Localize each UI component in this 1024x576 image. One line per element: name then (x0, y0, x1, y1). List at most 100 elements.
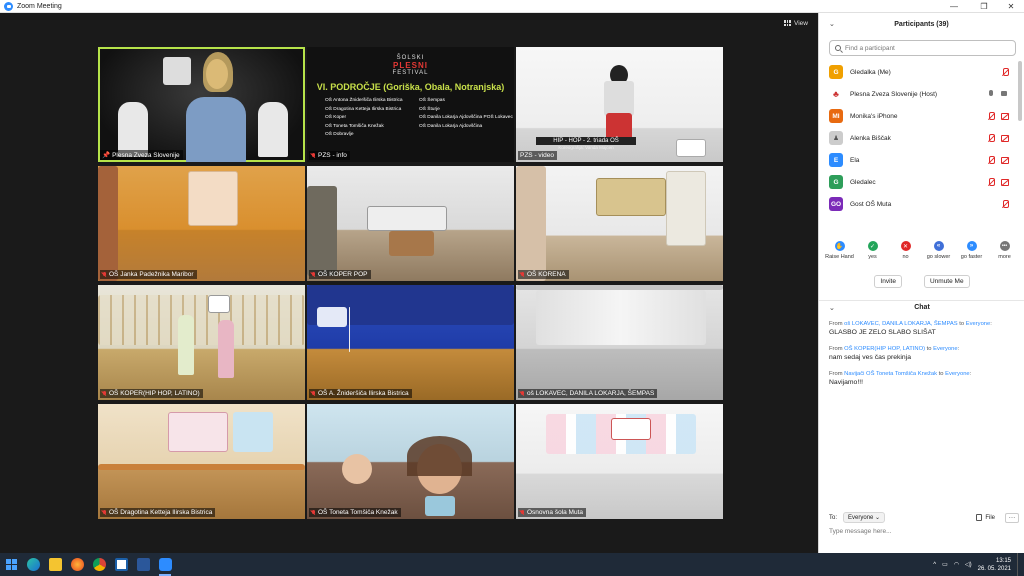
participant-row[interactable]: ♟ Alenka Biščak (819, 127, 1017, 149)
participant-row[interactable]: E Ela (819, 149, 1017, 171)
video-tile[interactable]: OŠ Toneta Tomšiča Knežak (307, 404, 514, 519)
muted-mic-icon (520, 271, 525, 278)
gallery-grid-icon (784, 20, 791, 26)
video-off-icon (1001, 134, 1009, 142)
system-tray: ^ ▭ ◠ ◁) 13:15 26. 05. 2021 (933, 553, 1020, 576)
video-off-icon (1001, 112, 1009, 120)
collapse-chevron-icon[interactable]: ⌄ (829, 304, 835, 312)
taskbar-chrome[interactable] (88, 553, 110, 576)
video-off-icon (1001, 178, 1009, 186)
taskbar-app[interactable] (110, 553, 132, 576)
slide-left-column: OŠ Antona Žnideršiča Ilirska Bistrica OŠ… (325, 98, 403, 137)
taskbar-word[interactable] (132, 553, 154, 576)
video-tile[interactable]: OŠ KOPER POP (307, 166, 514, 281)
view-button[interactable]: View (780, 17, 812, 29)
video-tile[interactable]: Osnovna šola Muta (516, 404, 723, 519)
unmute-me-button[interactable]: Unmute Me (923, 275, 970, 288)
video-tile[interactable]: oš LOKAVEC, DANILA LOKARJA, ŠEMPAS (516, 285, 723, 400)
chat-more-button[interactable]: … (1005, 512, 1019, 523)
firefox-icon (70, 558, 84, 571)
fast-forward-icon: » (966, 241, 977, 251)
taskbar-file-explorer[interactable] (44, 553, 66, 576)
chrome-icon (92, 558, 106, 571)
muted-mic-icon (987, 156, 995, 164)
avatar: GO (829, 197, 843, 211)
video-tile[interactable]: 📌 Plesna Zveza Slovenije (98, 47, 305, 162)
chat-message: From Navijači OŠ Toneta Tomšiča Knežak t… (829, 371, 972, 386)
search-icon (835, 45, 841, 51)
show-desktop-button[interactable] (1017, 553, 1020, 576)
avatar: ♟ (829, 131, 843, 145)
zoom-logo-icon (4, 1, 13, 11)
video-tile-label: 📌 Plesna Zveza Slovenije (100, 150, 183, 160)
video-tile[interactable]: OŠ KORENA (516, 166, 723, 281)
video-banner: HIP - HOP - 2. triada OŠ (536, 137, 636, 145)
maximize-button[interactable]: ❐ (970, 0, 998, 13)
slide-right-column: OŠ Šempas OŠ Šturje OŠ Danila Lokarja Aj… (419, 98, 513, 129)
clock[interactable]: 13:15 26. 05. 2021 (978, 557, 1011, 573)
taskbar-edge[interactable] (22, 553, 44, 576)
go-slower-button[interactable]: «go slower (923, 241, 955, 260)
start-button[interactable] (0, 553, 22, 576)
no-button[interactable]: ✕ no (890, 241, 922, 260)
muted-mic-icon (311, 271, 316, 278)
video-tile[interactable]: HIP - HOP - 2. triada OŠ Koreografija: V… (516, 47, 723, 162)
video-off-icon (1001, 156, 1009, 164)
muted-mic-icon (987, 112, 995, 120)
taskbar: ^ ▭ ◠ ◁) 13:15 26. 05. 2021 (0, 553, 1024, 576)
volume-icon[interactable]: ◁) (965, 561, 972, 568)
muted-mic-icon (987, 134, 995, 142)
participant-row[interactable]: MI Monika's iPhone (819, 105, 1017, 127)
raise-hand-button[interactable]: ✋ Raise Hand (824, 241, 856, 260)
participant-search[interactable] (829, 40, 1016, 56)
reaction-bar: ✋ Raise Hand ✓ yes ✕ no «go slower » go fast… (819, 241, 1024, 260)
taskbar-firefox[interactable] (66, 553, 88, 576)
word-icon (136, 558, 150, 571)
participant-list-scrollbar[interactable] (1018, 61, 1022, 121)
video-tile-label: OŠ Toneta Tomšiča Knežak (309, 508, 401, 517)
collapse-chevron-icon[interactable]: ⌄ (829, 20, 835, 28)
yes-button[interactable]: ✓ yes (857, 241, 889, 260)
network-icon[interactable]: ▭ (942, 561, 948, 568)
muted-mic-icon (520, 509, 525, 516)
ellipsis-icon: ••• (999, 241, 1010, 251)
recipient-select[interactable]: Everyone ⌄ (843, 512, 886, 523)
avatar: G (829, 65, 843, 79)
tray-chevron-icon[interactable]: ^ (933, 562, 936, 568)
file-icon (976, 514, 983, 521)
taskbar-zoom[interactable] (154, 553, 176, 576)
video-tile-label: OŠ KORENA (518, 270, 569, 279)
muted-mic-icon (102, 271, 107, 278)
avatar: ♣ (829, 87, 843, 101)
video-tile[interactable]: OŠ Janka Padežnika Maribor (98, 166, 305, 281)
participant-row[interactable]: G Gledalec (819, 171, 1017, 193)
video-tile[interactable]: OŠ A. Žnideršiča Ilirska Bistrica (307, 285, 514, 400)
participants-header: ⌄ Participants (39) (829, 20, 949, 29)
muted-mic-icon (311, 509, 316, 516)
invite-button[interactable]: Invite (874, 275, 902, 288)
video-tile[interactable]: OŠ Dragotina Ketteja Ilirska Bistrica (98, 404, 305, 519)
zoom-icon (158, 558, 172, 571)
edge-icon (26, 558, 40, 571)
chat-messages: From oš LOKAVEC, DANILA LOKARJA, ŠEMPAS … (829, 320, 1019, 395)
file-button[interactable]: File (976, 514, 995, 521)
participant-row[interactable]: ♣ Plesna Zveza Slovenije (Host) (819, 83, 1017, 105)
muted-mic-icon (102, 509, 107, 516)
video-tile[interactable]: ŠOLSKI PLESNI FESTIVAL VI. PODROČJE (Gor… (307, 47, 514, 162)
participant-row[interactable]: G Gledalka (Me) (819, 61, 1017, 83)
participant-row[interactable]: GO Gost OŠ Muta (819, 193, 1017, 215)
participant-search-input[interactable] (845, 44, 1005, 52)
video-tile-label: Osnovna šola Muta (518, 508, 587, 517)
video-camera-icon (1001, 90, 1009, 98)
more-button[interactable]: ••• more (989, 241, 1021, 260)
app-icon (114, 558, 128, 571)
video-tile[interactable]: OŠ KOPER(HIP HOP, LATINO) (98, 285, 305, 400)
go-faster-button[interactable]: » go faster (956, 241, 988, 260)
close-button[interactable]: ✕ (997, 0, 1024, 13)
title-bar: Zoom Meeting — ❐ ✕ (0, 0, 1024, 13)
participant-list: G Gledalka (Me) ♣ Plesna Zveza Slovenije… (819, 61, 1017, 215)
chat-message-input[interactable] (829, 528, 1019, 535)
minimize-button[interactable]: — (940, 0, 968, 13)
avatar: E (829, 153, 843, 167)
wifi-icon[interactable]: ◠ (954, 561, 959, 568)
